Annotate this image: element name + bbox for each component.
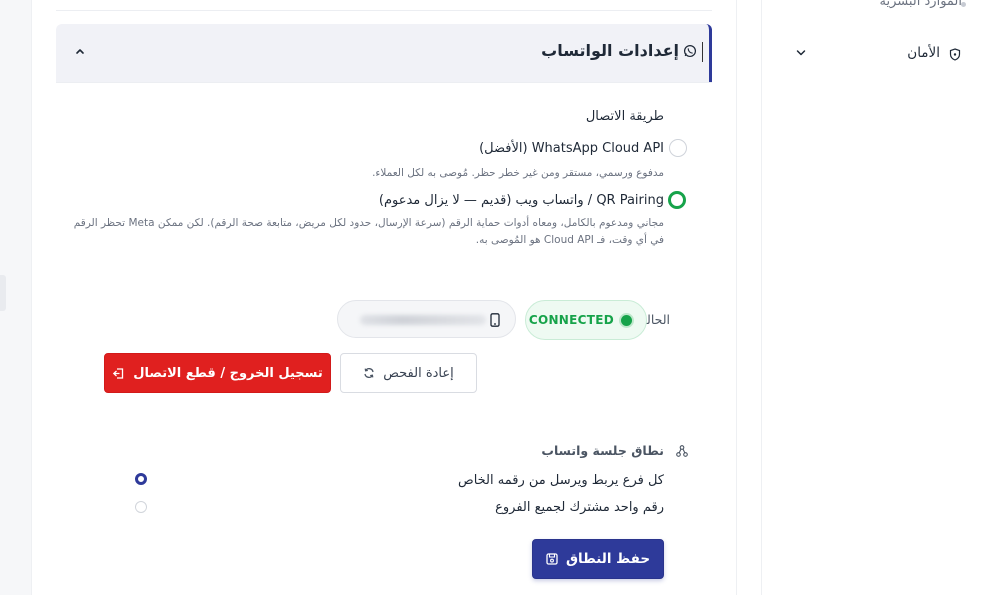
phone-number-redacted (360, 315, 486, 325)
scope-title: نطاق جلسة واتساب (541, 443, 664, 458)
radio-scope-per-branch[interactable] (135, 473, 147, 485)
option-qr-pairing-desc: مجاني ومدعوم بالكامل، ومعاه أدوات حماية … (73, 217, 664, 246)
recheck-button[interactable]: إعادة الفحص (340, 353, 477, 393)
radio-qr-pairing[interactable] (668, 191, 686, 209)
divider (56, 10, 712, 11)
whatsapp-settings-body: طريقة الاتصال WhatsApp Cloud API (الأفضل… (56, 82, 712, 595)
shield-icon (949, 48, 961, 61)
scope-option-per-branch: كل فرع يربط ويرسل من رقمه الخاص (457, 473, 664, 488)
logout-disconnect-button[interactable]: تسجيل الخروج / قطع الاتصال (104, 353, 331, 393)
refresh-icon (364, 368, 374, 378)
sidebar-item-hr[interactable]: الموارد البشرية (880, 0, 962, 9)
sitemap-icon (676, 445, 688, 457)
text-cursor (702, 42, 703, 62)
option-cloud-api-desc: مدفوع ورسمي، مستقر ومن غير خطر حظر. مُوص… (372, 167, 664, 179)
save-scope-button[interactable]: حفظ النطاق (532, 539, 664, 579)
save-scope-label: حفظ النطاق (565, 551, 651, 567)
section-title: إعدادات الواتساب (541, 41, 679, 60)
status-badge-text: CONNECTED (528, 313, 614, 327)
scope-option-shared: رقم واحد مشترك لجميع الفروع (495, 500, 664, 515)
save-icon (546, 553, 558, 565)
phone-icon (490, 313, 500, 327)
chevron-down-icon[interactable] (796, 49, 806, 57)
phone-number-pill (337, 300, 516, 338)
status-badge: CONNECTED (525, 300, 647, 340)
option-qr-pairing-title: QR Pairing / واتساب ويب (قديم — لا يزال … (378, 193, 664, 208)
whatsapp-settings-header[interactable]: إعدادات الواتساب (56, 24, 712, 82)
sidebar: الموارد البشرية الأمان (761, 0, 994, 595)
connection-method-label: طريقة الاتصال (585, 109, 664, 124)
sidebar-item-security[interactable]: الأمان (907, 45, 940, 61)
radio-scope-shared[interactable] (135, 501, 147, 513)
logout-icon (113, 367, 124, 379)
drawer-handle[interactable] (0, 275, 6, 311)
chevron-up-icon[interactable] (74, 45, 86, 57)
radio-cloud-api[interactable] (669, 139, 687, 157)
logout-button-label: تسجيل الخروج / قطع الاتصال (133, 365, 323, 381)
option-cloud-api-title: WhatsApp Cloud API (الأفضل) (479, 141, 664, 156)
recheck-button-label: إعادة الفحص (383, 365, 454, 381)
left-gutter (0, 0, 31, 595)
status-dot-icon (621, 315, 632, 326)
whatsapp-icon (683, 44, 697, 58)
settings-card: إعدادات الواتساب طريقة الاتصال WhatsApp … (31, 0, 737, 595)
